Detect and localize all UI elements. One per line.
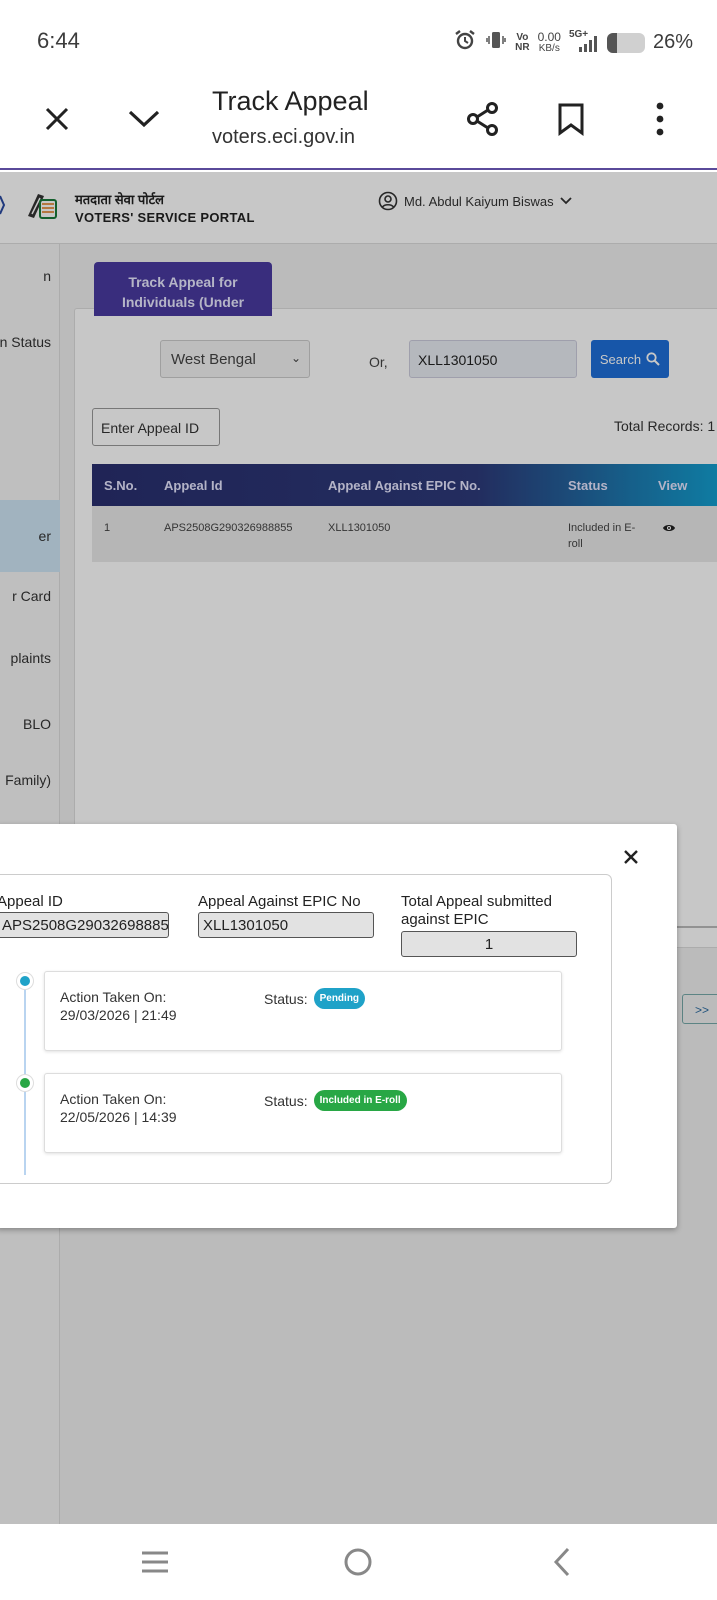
home-button[interactable] bbox=[338, 1542, 378, 1582]
timeline-entry: Action Taken On: 29/03/2026 | 21:49 Statu… bbox=[44, 971, 562, 1051]
appeal-id-label: Appeal ID bbox=[0, 893, 63, 910]
signal-icon: 5G+ bbox=[569, 29, 599, 54]
status-badge-included: Included in E-roll bbox=[313, 1090, 407, 1111]
total-appeal-label-line2: against EPIC bbox=[401, 911, 489, 928]
modal-close-button[interactable] bbox=[618, 844, 644, 870]
chevron-down-icon bbox=[128, 110, 160, 128]
bookmark-icon bbox=[558, 103, 584, 136]
action-taken-label: Action Taken On: 29/03/2026 | 21:49 bbox=[60, 989, 177, 1023]
share-button[interactable] bbox=[460, 96, 506, 142]
timeline-entry: Action Taken On: 22/05/2026 | 14:39 Statu… bbox=[44, 1073, 562, 1153]
epic-field: XLL1301050 bbox=[198, 912, 374, 938]
alarm-icon bbox=[453, 28, 477, 57]
action-date: 29/03/2026 | 21:49 bbox=[60, 1007, 177, 1023]
back-chevron-icon bbox=[553, 1547, 570, 1577]
page-url[interactable]: voters.eci.gov.in bbox=[212, 126, 355, 149]
menu-icon bbox=[142, 1551, 168, 1573]
minimize-button[interactable] bbox=[121, 96, 167, 142]
status-group: Status: Included in E-roll bbox=[264, 1090, 407, 1111]
vibrate-icon bbox=[485, 29, 507, 56]
recent-apps-button[interactable] bbox=[135, 1542, 175, 1582]
appeal-details-panel: Appeal ID APS2508G290326988855 Appeal Ag… bbox=[0, 874, 612, 1184]
share-icon bbox=[467, 102, 498, 136]
appeal-id-field: APS2508G290326988855 bbox=[0, 912, 169, 938]
appeal-details-modal: Appeal ID APS2508G290326988855 Appeal Ag… bbox=[0, 824, 677, 1228]
bookmark-button[interactable] bbox=[548, 96, 594, 142]
status-group: Status: Pending bbox=[264, 988, 366, 1009]
battery-icon bbox=[606, 32, 645, 53]
timeline-dot-included bbox=[17, 1075, 33, 1091]
page-title: Track Appeal bbox=[212, 86, 369, 116]
action-taken-label: Action Taken On: 22/05/2026 | 14:39 bbox=[60, 1091, 177, 1125]
timeline-dot-pending bbox=[17, 973, 33, 989]
total-appeal-label-line1: Total Appeal submitted bbox=[401, 893, 552, 910]
close-tab-button[interactable] bbox=[34, 96, 80, 142]
back-button[interactable] bbox=[542, 1542, 582, 1582]
battery-percent: 26% bbox=[652, 31, 693, 53]
browser-toolbar: Track Appeal voters.eci.gov.in bbox=[0, 82, 717, 170]
system-navigation-bar bbox=[0, 1524, 717, 1600]
home-circle-icon bbox=[344, 1548, 372, 1576]
close-icon bbox=[624, 850, 638, 864]
total-appeal-field: 1 bbox=[401, 931, 577, 957]
volte-indicator: Vo NR bbox=[515, 31, 530, 53]
status-icons: Vo NR 0.00 KB/s 5G+ 26% bbox=[453, 28, 693, 57]
epic-label: Appeal Against EPIC No bbox=[198, 893, 361, 910]
net-speed: 0.00 KB/s bbox=[537, 29, 561, 54]
status-time: 6:44 bbox=[37, 28, 80, 53]
more-options-button[interactable] bbox=[637, 96, 683, 142]
more-vertical-icon bbox=[656, 102, 664, 136]
close-icon bbox=[45, 107, 69, 131]
action-date: 22/05/2026 | 14:39 bbox=[60, 1109, 177, 1125]
status-badge-pending: Pending bbox=[313, 988, 366, 1009]
status-bar: 6:44 Vo NR 0.00 KB/s 5G+ 26% bbox=[0, 0, 717, 82]
